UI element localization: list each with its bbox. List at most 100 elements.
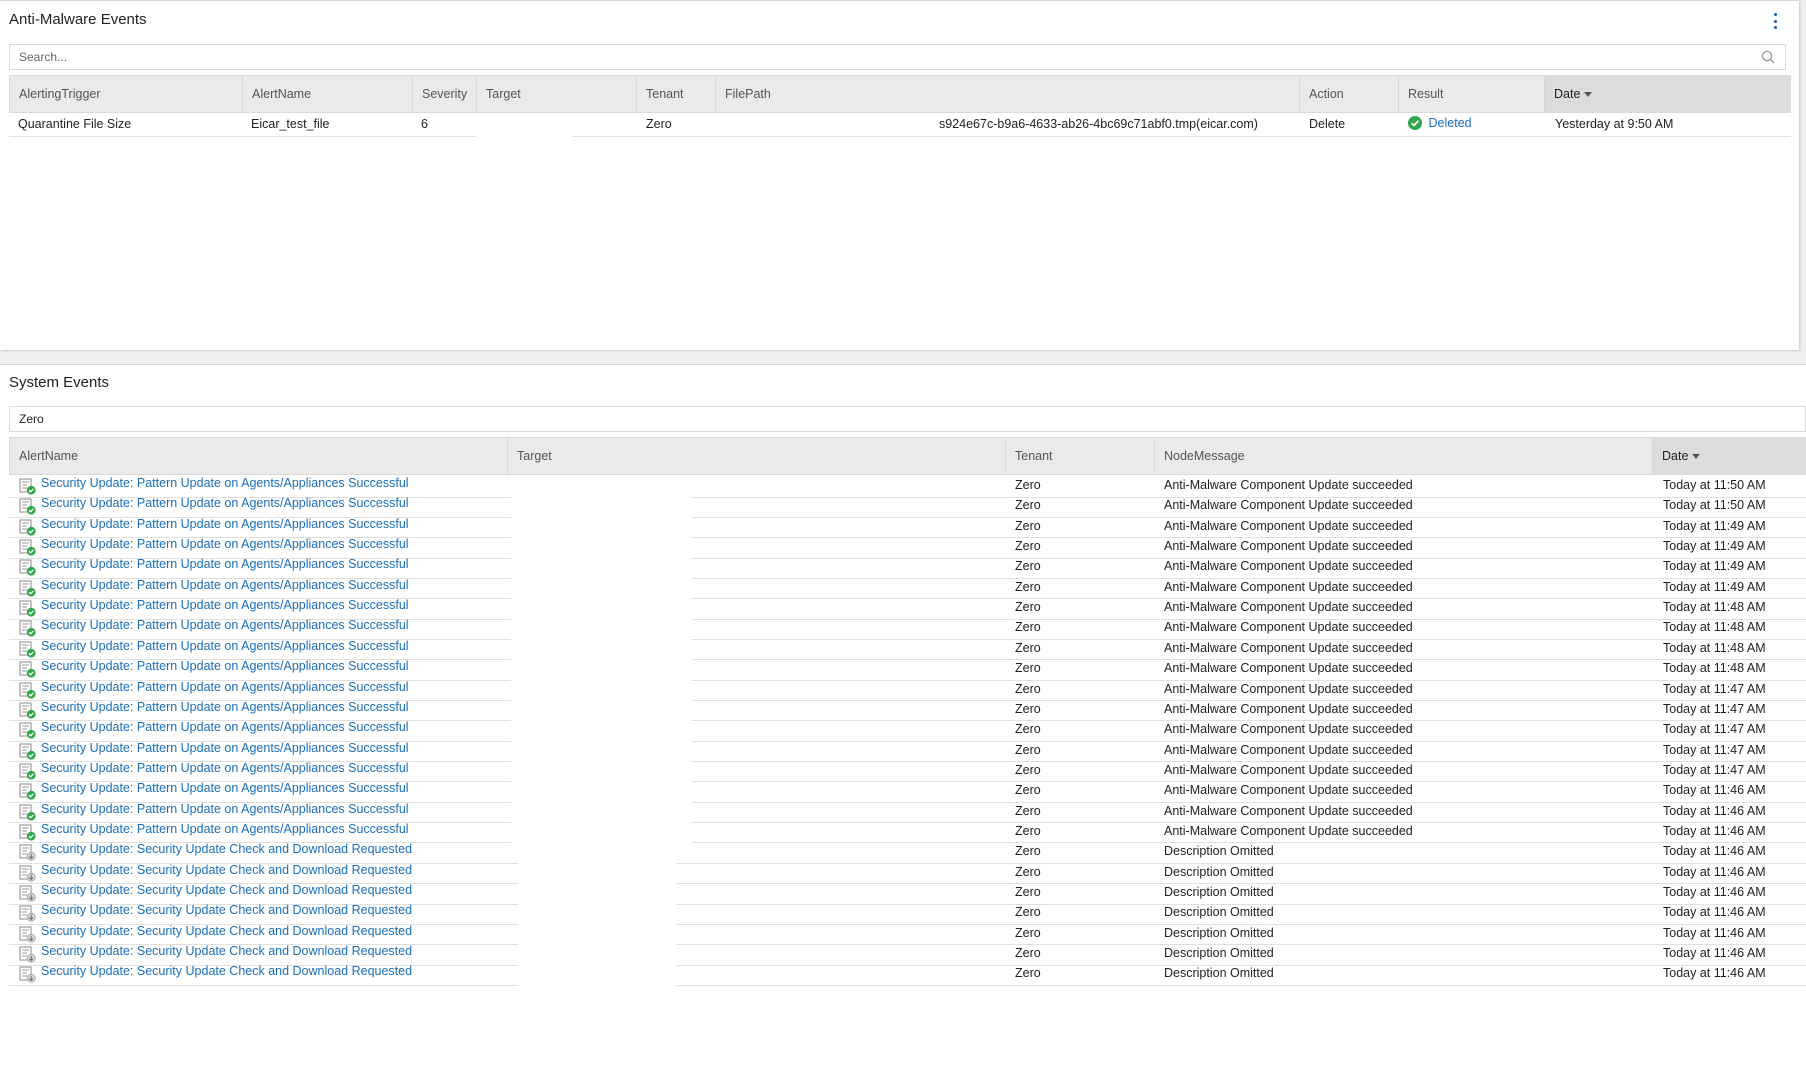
panel-title: Anti-Malware Events — [9, 11, 147, 28]
cell-date: Today at 11:46 AM — [1663, 885, 1766, 899]
table-row[interactable]: Security Update: Pattern Update on Agent… — [0, 700, 1806, 722]
update-success-icon — [19, 804, 36, 821]
cell-date: Today at 11:48 AM — [1663, 600, 1766, 615]
column-header-action[interactable]: Action — [1299, 76, 1398, 112]
cell-alert-name[interactable]: Security Update: Pattern Update on Agent… — [41, 476, 409, 490]
table-row[interactable]: Security Update: Pattern Update on Agent… — [0, 680, 1806, 702]
column-header-severity[interactable]: Severity — [412, 76, 476, 112]
row-divider — [691, 618, 1806, 620]
table-row[interactable]: Security Update: Pattern Update on Agent… — [0, 802, 1806, 824]
table-row[interactable]: Security Update: Pattern Update on Agent… — [0, 517, 1806, 539]
update-success-icon — [19, 539, 36, 556]
cell-alert-name[interactable]: Security Update: Security Update Check a… — [41, 944, 412, 958]
table-row[interactable]: Security Update: Security Update Check a… — [0, 903, 1806, 925]
sort-descending-icon — [1584, 92, 1593, 98]
cell-alert-name[interactable]: Security Update: Pattern Update on Agent… — [41, 720, 409, 734]
update-success-icon — [19, 600, 36, 617]
cell-date: Today at 11:47 AM — [1663, 742, 1766, 757]
table-row[interactable]: Security Update: Pattern Update on Agent… — [0, 557, 1806, 579]
table-row[interactable]: Security Update: Pattern Update on Agent… — [0, 496, 1806, 518]
cell-alert-name[interactable]: Security Update: Pattern Update on Agent… — [41, 761, 409, 775]
cell-alert-name[interactable]: Security Update: Pattern Update on Agent… — [41, 822, 409, 836]
row-divider — [691, 761, 1806, 763]
cell-alert-name[interactable]: Security Update: Pattern Update on Agent… — [41, 659, 409, 673]
table-row[interactable]: Security Update: Security Update Check a… — [0, 842, 1806, 864]
table-row[interactable]: Security Update: Pattern Update on Agent… — [0, 761, 1806, 783]
column-header-target[interactable]: Target — [507, 438, 1005, 474]
column-header-result[interactable]: Result — [1398, 76, 1544, 112]
row-divider — [677, 862, 1806, 864]
table-row[interactable]: Quarantine File Size Eicar_test_file 6 Z… — [0, 116, 1799, 137]
cell-tenant: Zero — [1015, 498, 1041, 513]
cell-alert-name[interactable]: Security Update: Pattern Update on Agent… — [41, 781, 409, 795]
row-divider — [691, 700, 1806, 701]
cell-alert-name[interactable]: Security Update: Pattern Update on Agent… — [41, 598, 409, 612]
column-header-filepath[interactable]: FilePath — [715, 76, 1299, 112]
cell-alert-name[interactable]: Security Update: Pattern Update on Agent… — [41, 639, 409, 653]
table-row[interactable]: Security Update: Pattern Update on Agent… — [0, 741, 1806, 763]
cell-alert-name[interactable]: Security Update: Pattern Update on Agent… — [41, 741, 409, 755]
column-header-target[interactable]: Target — [476, 76, 636, 112]
table-row[interactable]: Security Update: Pattern Update on Agent… — [0, 537, 1806, 559]
cell-alert-name[interactable]: Security Update: Pattern Update on Agent… — [41, 557, 409, 571]
table-row[interactable]: Security Update: Pattern Update on Agent… — [0, 476, 1806, 498]
update-success-icon — [19, 824, 36, 841]
cell-date: Today at 11:48 AM — [1663, 620, 1766, 635]
table-row[interactable]: Security Update: Pattern Update on Agent… — [0, 720, 1806, 742]
search-input[interactable] — [19, 46, 1697, 68]
cell-alert-name[interactable]: Security Update: Security Update Check a… — [41, 883, 412, 897]
cell-alert-name[interactable]: Security Update: Pattern Update on Agent… — [41, 680, 409, 694]
table-row[interactable]: Security Update: Pattern Update on Agent… — [0, 598, 1806, 620]
column-header-tenant[interactable]: Tenant — [1005, 438, 1154, 474]
row-divider — [677, 964, 1806, 966]
row-divider — [691, 720, 1806, 722]
table-row[interactable]: Security Update: Pattern Update on Agent… — [0, 618, 1806, 640]
table-row[interactable]: Security Update: Pattern Update on Agent… — [0, 822, 1806, 844]
search-input[interactable] — [19, 408, 1716, 430]
column-header-tenant[interactable]: Tenant — [636, 76, 715, 112]
table-row[interactable]: Security Update: Pattern Update on Agent… — [0, 659, 1806, 681]
cell-alert-name[interactable]: Security Update: Pattern Update on Agent… — [41, 496, 409, 510]
cell-alert-name[interactable]: Security Update: Pattern Update on Agent… — [41, 578, 409, 592]
table-row[interactable]: Security Update: Security Update Check a… — [0, 964, 1806, 986]
result-link[interactable]: Deleted — [1428, 116, 1471, 130]
column-header-alertname[interactable]: AlertName — [9, 438, 507, 474]
cell-node-message: Anti-Malware Component Update succeeded — [1164, 681, 1413, 696]
cell-date: Today at 11:47 AM — [1663, 762, 1766, 777]
cell-date: Today at 11:46 AM — [1663, 783, 1766, 798]
search-icon[interactable] — [1761, 50, 1775, 64]
table-row[interactable]: Security Update: Security Update Check a… — [0, 924, 1806, 946]
table-row[interactable]: Security Update: Pattern Update on Agent… — [0, 781, 1806, 803]
cell-tenant: Zero — [1015, 559, 1041, 574]
column-header-alertingtrigger[interactable]: AlertingTrigger — [9, 76, 242, 112]
cell-alert-name[interactable]: Security Update: Security Update Check a… — [41, 863, 412, 877]
table-row[interactable]: Security Update: Security Update Check a… — [0, 883, 1806, 905]
cell-alert-name[interactable]: Security Update: Pattern Update on Agent… — [41, 517, 409, 531]
column-header-nodemessage[interactable]: NodeMessage — [1154, 438, 1652, 474]
table-row[interactable]: Security Update: Pattern Update on Agent… — [0, 578, 1806, 600]
cell-alert-name[interactable]: Security Update: Pattern Update on Agent… — [41, 700, 409, 714]
cell-date: Today at 11:46 AM — [1663, 823, 1766, 838]
cell-alert-name[interactable]: Security Update: Security Update Check a… — [41, 842, 412, 856]
more-options-icon[interactable] — [1772, 13, 1778, 29]
cell-alert-name[interactable]: Security Update: Pattern Update on Agent… — [41, 537, 409, 551]
table-row[interactable]: Security Update: Security Update Check a… — [0, 944, 1806, 966]
cell-tenant: Zero — [1015, 478, 1041, 492]
cell-alert-name[interactable]: Security Update: Pattern Update on Agent… — [41, 802, 409, 816]
cell-alert-name[interactable]: Security Update: Security Update Check a… — [41, 964, 412, 978]
update-requested-icon — [19, 926, 36, 943]
cell-tenant: Zero — [1015, 864, 1041, 879]
cell-alert-name[interactable]: Security Update: Security Update Check a… — [41, 903, 412, 917]
system-events-grid-header: AlertName Target Tenant NodeMessage Date — [9, 437, 1806, 475]
row-divider — [691, 659, 1806, 661]
cell-alert-name[interactable]: Security Update: Security Update Check a… — [41, 924, 412, 938]
column-header-alertname[interactable]: AlertName — [242, 76, 412, 112]
anti-malware-search[interactable] — [9, 44, 1786, 70]
column-header-date[interactable]: Date — [1544, 76, 1791, 112]
update-success-icon — [19, 498, 36, 515]
system-events-search[interactable] — [9, 406, 1806, 432]
cell-alert-name[interactable]: Security Update: Pattern Update on Agent… — [41, 618, 409, 632]
column-header-date[interactable]: Date — [1652, 438, 1806, 474]
table-row[interactable]: Security Update: Pattern Update on Agent… — [0, 639, 1806, 661]
table-row[interactable]: Security Update: Security Update Check a… — [0, 863, 1806, 885]
